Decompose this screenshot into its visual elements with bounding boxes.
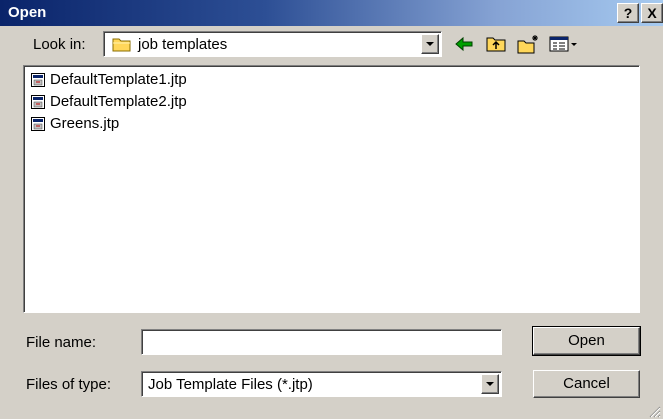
chevron-down-icon[interactable] — [481, 374, 499, 394]
file-type-value: Job Template Files (*.jtp) — [148, 376, 313, 393]
up-folder-icon[interactable] — [484, 33, 508, 55]
file-name-input[interactable] — [141, 329, 502, 355]
dialog-title: Open — [8, 4, 47, 21]
folder-icon — [112, 36, 132, 56]
open-dialog: Open ? X Look in: job templates DefaultT… — [0, 0, 663, 419]
resize-grip-icon[interactable] — [649, 405, 661, 418]
open-button[interactable]: Open — [532, 326, 641, 356]
template-file-icon — [30, 72, 46, 92]
file-name: Greens.jtp — [50, 115, 120, 132]
file-name-label: File name: — [26, 334, 97, 351]
chevron-down-icon[interactable] — [421, 34, 439, 54]
cancel-button[interactable]: Cancel — [533, 370, 640, 398]
look-in-label: Look in: — [33, 36, 86, 53]
new-folder-icon[interactable] — [516, 33, 540, 55]
file-type-dropdown[interactable]: Job Template Files (*.jtp) — [141, 371, 502, 397]
file-name: DefaultTemplate2.jtp — [50, 93, 187, 110]
template-file-icon — [30, 94, 46, 114]
view-menu-icon[interactable] — [548, 33, 580, 55]
file-name: DefaultTemplate1.jtp — [50, 71, 187, 88]
look-in-value: job templates — [138, 36, 228, 53]
file-list[interactable]: DefaultTemplate1.jtp DefaultTemplate2.jt… — [23, 65, 640, 313]
file-type-label: Files of type: — [26, 376, 112, 393]
help-button[interactable]: ? — [617, 3, 639, 23]
template-file-icon — [30, 116, 46, 136]
close-button[interactable]: X — [641, 3, 663, 23]
back-arrow-icon[interactable] — [452, 33, 476, 55]
look-in-dropdown[interactable]: job templates — [103, 31, 442, 57]
title-bar[interactable]: Open ? X — [0, 0, 663, 26]
